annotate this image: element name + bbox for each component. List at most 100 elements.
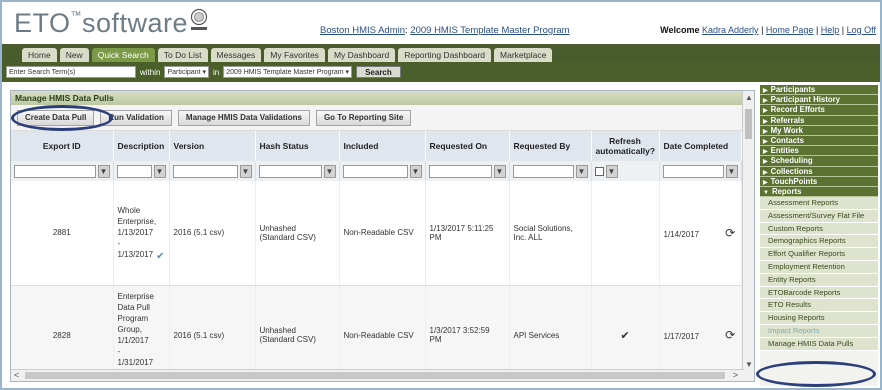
refresh-cell: ✔: [591, 285, 660, 381]
scroll-thumb[interactable]: [745, 109, 752, 139]
hash-status-cell: Unhashed (Standard CSV): [255, 181, 340, 286]
col-requested-on[interactable]: Requested On: [425, 131, 510, 161]
filter-icon[interactable]: ▼: [575, 164, 588, 178]
sidebar-item-record-efforts[interactable]: ▶ Record Efforts: [760, 105, 878, 116]
refresh-icon[interactable]: ⟳: [725, 328, 735, 342]
tab-new[interactable]: New: [59, 48, 89, 62]
col-description[interactable]: Description: [113, 131, 170, 161]
report-item-flat-file[interactable]: Assessment/Survey Flat File: [760, 209, 878, 223]
filter-row: ▼ ▼ ▼ ▼ ▼ ▼ ▼ ▼ ▼: [11, 161, 742, 181]
log-off-link[interactable]: Log Off: [847, 25, 876, 35]
tab-to-do-list[interactable]: To Do List: [157, 48, 208, 62]
user-name-link[interactable]: Kadra Adderly: [702, 25, 759, 35]
tab-marketplace[interactable]: Marketplace: [494, 48, 553, 62]
scroll-down-icon[interactable]: ▼: [745, 360, 753, 369]
sidebar-item-entities[interactable]: ▶ Entities: [760, 146, 878, 157]
vertical-scrollbar[interactable]: ▲ ▼: [742, 91, 754, 381]
report-item-employment-retention[interactable]: Employment Retention: [760, 261, 878, 274]
scroll-left-icon[interactable]: <: [14, 370, 19, 380]
admin-program-line: Boston HMIS Admin: 2009 HMIS Template Ma…: [320, 25, 570, 36]
search-type-select[interactable]: Participant ▾: [164, 66, 209, 78]
sidebar-item-scheduling[interactable]: ▶ Scheduling: [760, 156, 878, 167]
program-link[interactable]: 2009 HMIS Template Master Program: [410, 25, 569, 36]
filter-input[interactable]: [258, 164, 322, 178]
requested-by-cell: Social Solutions, Inc. ALL: [509, 181, 592, 286]
filter-input[interactable]: [662, 164, 724, 178]
report-item-eto-results[interactable]: ETO Results: [760, 299, 878, 313]
refresh-filter-checkbox[interactable]: [594, 166, 604, 176]
tab-reporting-dashboard[interactable]: Reporting Dashboard: [398, 48, 492, 62]
filter-input[interactable]: [512, 164, 574, 178]
report-item-custom[interactable]: Custom Reports: [760, 222, 878, 236]
search-input[interactable]: Enter Search Term(s): [6, 66, 136, 78]
report-item-housing[interactable]: Housing Reports: [760, 312, 878, 326]
col-version[interactable]: Version: [169, 131, 256, 161]
search-program-select[interactable]: 2009 HMIS Template Master Program ▾: [223, 66, 353, 78]
horizontal-scrollbar[interactable]: < >: [11, 369, 744, 381]
date-completed-cell: 1/14/2017 ⟳: [659, 181, 742, 286]
manage-validations-button[interactable]: Manage HMIS Data Validations: [177, 109, 310, 126]
filter-icon[interactable]: ▼: [153, 164, 166, 178]
scroll-right-icon[interactable]: >: [733, 370, 738, 380]
sidebar-item-my-work[interactable]: ▶ My Work: [760, 125, 878, 136]
col-export-id[interactable]: Export ID: [11, 131, 114, 161]
hash-status-cell: Unhashed (Standard CSV): [255, 285, 340, 381]
tab-my-dashboard[interactable]: My Dashboard: [327, 48, 396, 62]
highlight-ring-manage-data-pulls: [756, 361, 876, 387]
sidebar-item-referrals[interactable]: ▶ Referrals: [760, 115, 878, 126]
filter-input[interactable]: [342, 164, 408, 178]
filter-icon[interactable]: ▼: [605, 164, 618, 178]
search-button[interactable]: Search: [356, 66, 401, 78]
scroll-thumb[interactable]: [25, 372, 725, 379]
filter-icon[interactable]: ▼: [323, 164, 336, 178]
report-item-effort-qualifier[interactable]: Effort Qualifier Reports: [760, 248, 878, 262]
sidebar-item-contacts[interactable]: ▶ Contacts: [760, 135, 878, 147]
table-row[interactable]: 2828 Enterprise Data Pull Program Group, 1/1…: [11, 285, 742, 381]
tab-home[interactable]: Home: [22, 48, 57, 62]
manage-data-pulls-panel: Manage HMIS Data Pulls Create Data Pull …: [10, 90, 755, 382]
version-cell: 2016 (5.1 csv): [169, 181, 256, 286]
tab-messages[interactable]: Messages: [210, 48, 262, 62]
filter-input[interactable]: [172, 164, 238, 178]
action-button-row: Create Data Pull Run Validation Manage H…: [11, 105, 754, 131]
filter-icon[interactable]: ▼: [409, 164, 422, 178]
table-row[interactable]: 2881 Whole Enterprise, 1/13/2017-1/13/2017…: [11, 181, 742, 286]
report-item-assessment[interactable]: Assessment Reports: [760, 197, 878, 210]
filter-input[interactable]: [14, 164, 96, 178]
col-hash-status[interactable]: Hash Status: [255, 131, 340, 161]
col-refresh-auto[interactable]: Refresh automatically?: [591, 131, 660, 161]
admin-link[interactable]: Boston HMIS Admin: [320, 25, 405, 36]
filter-input[interactable]: [428, 164, 492, 178]
report-item-demographics[interactable]: Demographics Reports: [760, 235, 878, 249]
filter-icon[interactable]: ▼: [239, 164, 252, 178]
col-date-completed[interactable]: Date Completed: [659, 131, 742, 161]
report-item-entity[interactable]: Entity Reports: [760, 273, 878, 287]
filter-icon[interactable]: ▼: [725, 164, 738, 178]
sidebar-item-participants[interactable]: ▶ Participants: [760, 85, 878, 96]
quick-search-bar: Enter Search Term(s) within Participant …: [2, 62, 880, 82]
tab-my-favorites[interactable]: My Favorites: [264, 48, 325, 62]
sidebar-item-touchpoints[interactable]: ▶ TouchPoints: [760, 176, 878, 187]
sidebar-item-participant-history[interactable]: ▶ Participant History: [760, 95, 878, 106]
report-item-impact[interactable]: Impact Reports: [760, 325, 878, 338]
go-to-reporting-site-button[interactable]: Go To Reporting Site: [315, 109, 412, 126]
scroll-up-icon[interactable]: ▲: [745, 93, 753, 102]
filter-input[interactable]: [116, 164, 152, 178]
welcome-line: Welcome Kadra Adderly | Home Page | Help…: [660, 25, 876, 35]
col-requested-by[interactable]: Requested By: [509, 131, 592, 161]
tab-quick-search[interactable]: Quick Search: [91, 48, 155, 62]
requested-on-cell: 1/3/2017 3:52:59 PM: [425, 285, 510, 381]
filter-icon[interactable]: ▼: [97, 164, 110, 178]
within-label: within: [140, 67, 161, 77]
report-item-etobarcode[interactable]: ETOBarcode Reports: [760, 286, 878, 300]
sidebar-item-reports[interactable]: ▼ Reports: [760, 186, 878, 198]
description-cell: Enterprise Data Pull Program Group, 1/1/2017…: [118, 291, 165, 381]
requested-on-cell: 1/13/2017 5:11:25 PM: [425, 181, 510, 286]
report-item-manage-hmis-data-pulls[interactable]: Manage HMIS Data Pulls: [760, 337, 878, 351]
home-page-link[interactable]: Home Page: [766, 25, 814, 35]
col-included[interactable]: Included: [339, 131, 426, 161]
refresh-icon[interactable]: ⟳: [725, 226, 735, 240]
sidebar-item-collections[interactable]: ▶ Collections: [760, 166, 878, 177]
help-link[interactable]: Help: [821, 25, 840, 35]
filter-icon[interactable]: ▼: [493, 164, 506, 178]
